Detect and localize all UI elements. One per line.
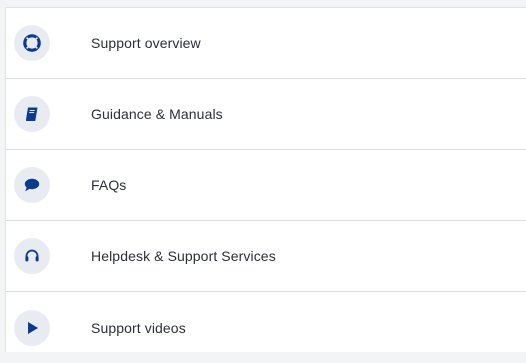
menu-item-support-videos[interactable]: Support videos: [6, 292, 526, 363]
menu-item-faqs[interactable]: FAQs: [6, 150, 526, 221]
menu-item-support-overview[interactable]: Support overview: [6, 8, 526, 79]
menu-item-label: Support videos: [91, 319, 186, 336]
menu-item-label: FAQs: [91, 177, 127, 193]
play-icon: [14, 309, 50, 346]
menu-item-label: Guidance & Manuals: [91, 106, 223, 122]
lifebuoy-icon: [14, 25, 50, 61]
menu-item-guidance-manuals[interactable]: Guidance & Manuals: [6, 79, 526, 150]
menu-item-helpdesk[interactable]: Helpdesk & Support Services: [6, 221, 526, 292]
menu-item-label: Helpdesk & Support Services: [91, 248, 276, 264]
headset-icon: [14, 238, 50, 274]
support-menu: Support overview Guidance & Manuals FAQs: [5, 7, 526, 352]
menu-item-label: Support overview: [91, 35, 201, 51]
book-icon: [14, 96, 50, 132]
speech-bubble-icon: [14, 167, 50, 203]
